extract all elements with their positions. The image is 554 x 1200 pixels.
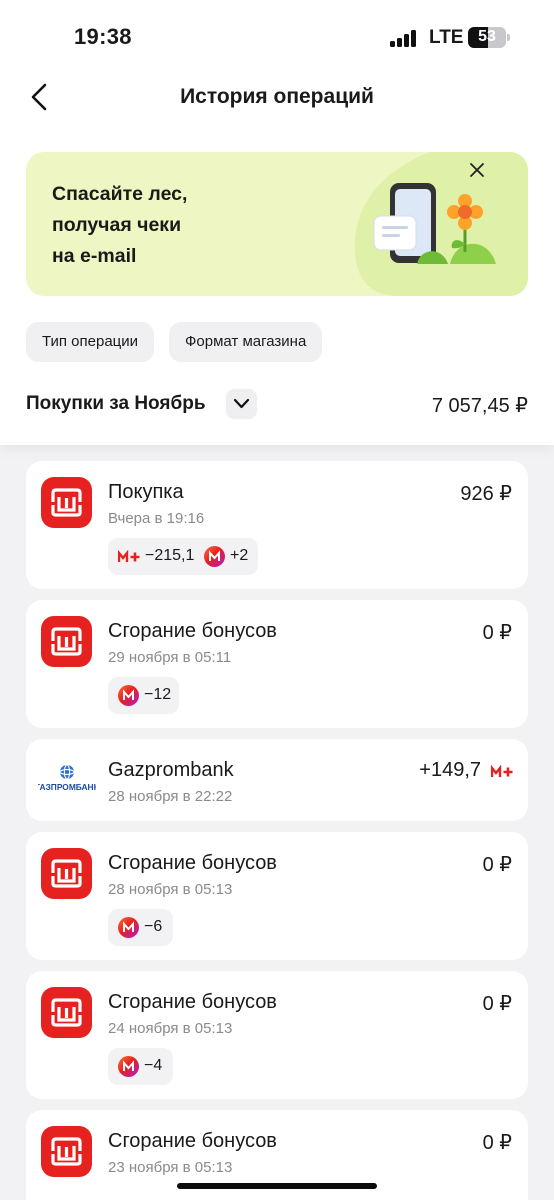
operation-amount: +149,7 <box>419 759 481 781</box>
operation-card[interactable]: Сгорание бонусов 24 ноября в 05:13 0 ₽ −… <box>26 971 528 1099</box>
magnit-logo-icon <box>41 1126 92 1177</box>
magnit-coin-icon <box>204 546 225 567</box>
operation-amount: 0 ₽ <box>482 854 512 876</box>
operation-amount: 0 ₽ <box>482 1132 512 1154</box>
magnit-logo-icon <box>41 616 92 667</box>
filter-operation-type[interactable]: Тип операции <box>26 322 155 362</box>
bonus-badge: −4 <box>108 1048 173 1085</box>
magnit-coin-icon <box>118 1056 139 1077</box>
operation-title: Сгорание бонусов <box>108 852 277 874</box>
operation-amount: 0 ₽ <box>482 622 512 644</box>
operation-date: 23 ноября в 05:13 <box>108 1159 233 1176</box>
month-total: 7 057,45 ₽ <box>431 395 528 417</box>
operation-date: 29 ноября в 05:11 <box>108 649 232 666</box>
close-icon[interactable] <box>469 162 485 178</box>
m-plus-icon <box>118 550 140 562</box>
bonus-badge: −12 <box>108 677 179 714</box>
operation-title: Gazprombank <box>108 759 234 781</box>
month-summary-label: Покупки за Ноябрь <box>26 393 206 414</box>
operation-date: 28 ноября в 05:13 <box>108 881 233 898</box>
operation-card[interactable]: ГАЗПРОМБАНК Gazprombank 28 ноября в 22:2… <box>26 739 528 821</box>
operation-date: Вчера в 19:16 <box>108 510 205 527</box>
bonus-badge: −215,1 +2 <box>108 538 258 575</box>
header-panel: 19:38 LTE 53 История операций Спасайте л… <box>0 0 554 445</box>
operation-amount: 926 ₽ <box>460 483 512 505</box>
status-bar: 19:38 LTE 53 <box>0 0 554 72</box>
gazprombank-logo-text: ГАЗПРОМБАНК <box>38 782 96 792</box>
m-plus-icon <box>491 765 513 777</box>
battery-icon: 53 <box>468 27 506 48</box>
operation-amount: 0 ₽ <box>482 993 512 1015</box>
operation-title: Сгорание бонусов <box>108 991 277 1013</box>
month-dropdown[interactable] <box>226 389 257 419</box>
operation-title: Покупка <box>108 481 184 503</box>
operation-card[interactable]: Сгорание бонусов 29 ноября в 05:11 0 ₽ −… <box>26 600 528 728</box>
signal-strength-icon <box>390 29 418 47</box>
magnit-logo-icon <box>41 848 92 899</box>
operation-card[interactable]: Сгорание бонусов 28 ноября в 05:13 0 ₽ −… <box>26 832 528 960</box>
battery-tip <box>507 34 510 41</box>
magnit-logo-icon <box>41 477 92 528</box>
promo-title: Спасайте лес, получая чеки на e-mail <box>52 183 188 267</box>
bonus-value: +2 <box>230 547 249 564</box>
magnit-logo-icon <box>41 987 92 1038</box>
operation-date: 28 ноября в 22:22 <box>108 788 233 805</box>
bonus-value: −215,1 <box>145 547 195 564</box>
status-time: 19:38 <box>74 24 132 49</box>
operation-title: Сгорание бонусов <box>108 620 277 642</box>
operation-date: 24 ноября в 05:13 <box>108 1020 233 1037</box>
magnit-coin-icon <box>118 917 139 938</box>
bonus-value: −12 <box>144 686 172 703</box>
filter-store-format[interactable]: Формат магазина <box>169 322 323 362</box>
promo-banner[interactable]: Спасайте лес, получая чеки на e-mail <box>26 152 528 296</box>
bonus-value: −4 <box>144 1057 163 1074</box>
bonus-badge: −6 <box>108 909 173 946</box>
gazprombank-logo-icon: ГАЗПРОМБАНК <box>38 764 96 792</box>
network-type: LTE <box>429 27 464 48</box>
operation-title: Сгорание бонусов <box>108 1130 277 1152</box>
bonus-value: −6 <box>144 918 163 935</box>
magnit-coin-icon <box>118 685 139 706</box>
operation-card[interactable]: Покупка Вчера в 19:16 926 ₽ −215,1 +2 <box>26 461 528 589</box>
receipt-phone-illustration <box>354 152 528 296</box>
home-indicator <box>177 1183 377 1189</box>
page-title: История операций <box>180 85 374 108</box>
chevron-down-icon <box>233 398 250 409</box>
battery-level: 53 <box>478 28 496 45</box>
